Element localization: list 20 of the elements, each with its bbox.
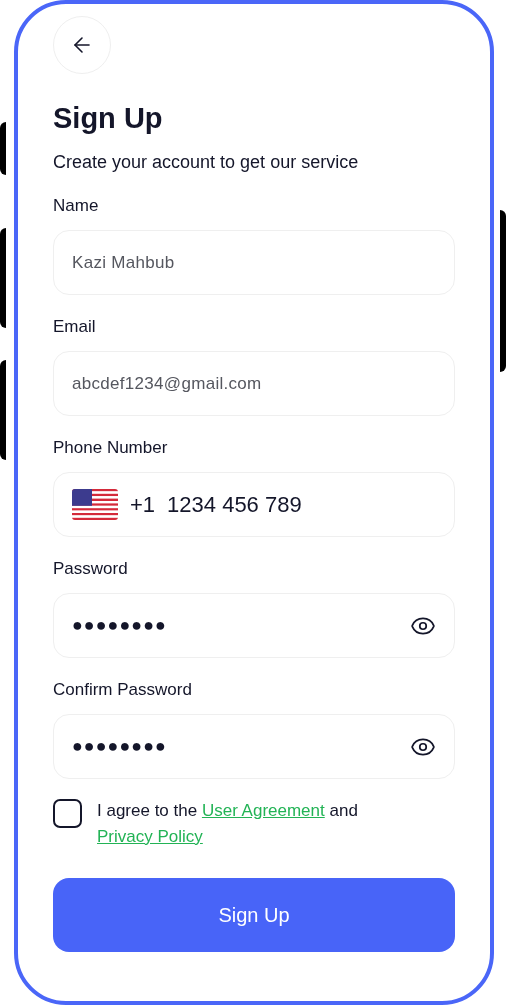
agreement-text: I agree to the User Agreement and Privacy Policy xyxy=(97,800,359,848)
page-title: Sign Up xyxy=(53,101,164,136)
field-label: Confirm Password xyxy=(53,679,193,700)
country-code: +1 xyxy=(130,491,156,519)
password-input[interactable]: ●●●●●●●● xyxy=(72,612,410,639)
phone-field[interactable]: +1 1234 456 789 xyxy=(53,472,455,537)
sign-up-button[interactable]: Sign Up xyxy=(53,878,455,952)
field-label: Name xyxy=(53,195,100,216)
text-field[interactable]: abcdef1234@gmail.com xyxy=(53,351,455,416)
field-label: Email xyxy=(53,316,97,337)
password-field[interactable]: ●●●●●●●● xyxy=(53,593,455,658)
phone-input[interactable]: 1234 456 789 xyxy=(167,488,436,521)
page-subtitle: Create your account to get our service xyxy=(53,151,360,174)
password-input[interactable]: ●●●●●●●● xyxy=(72,733,410,760)
text-field[interactable]: Kazi Mahbub xyxy=(53,230,455,295)
password-field[interactable]: ●●●●●●●● xyxy=(53,714,455,779)
agree-checkbox[interactable] xyxy=(53,799,82,828)
field-label: Password xyxy=(53,558,129,579)
field-label: Phone Number xyxy=(53,437,169,458)
flag-icon xyxy=(72,489,118,520)
